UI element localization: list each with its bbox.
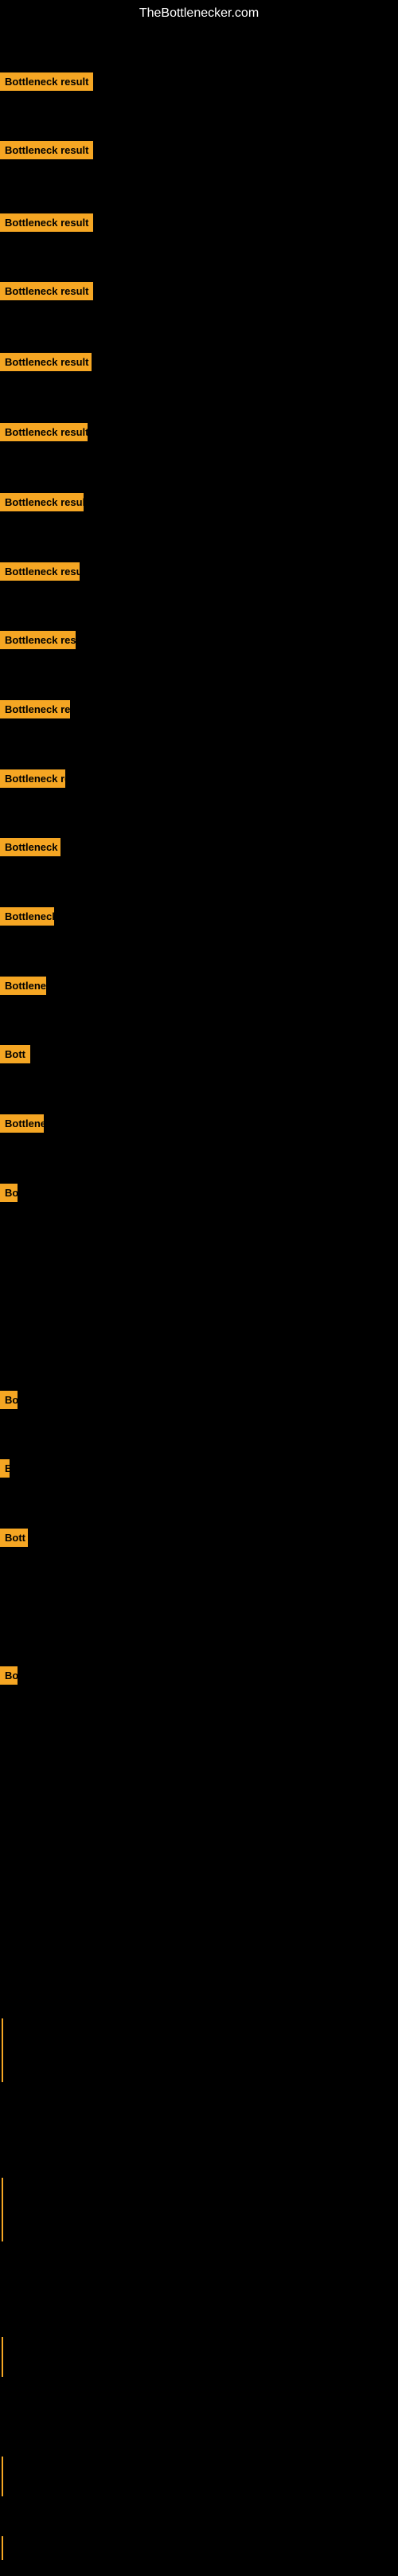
bottleneck-result-item: Bottleneck result xyxy=(0,631,76,653)
bottleneck-result-item: Bo xyxy=(0,1391,18,1413)
bottleneck-result-item: Bottleneck result xyxy=(0,141,93,163)
bottleneck-label: Bottleneck re xyxy=(0,907,54,926)
vertical-indicator-line xyxy=(2,2178,3,2241)
bottleneck-result-item: Bottleneck resu xyxy=(0,700,70,722)
bottleneck-result-item: Bottlenec xyxy=(0,977,46,999)
bottleneck-result-item: Bo xyxy=(0,1184,18,1206)
bottleneck-label: Bottleneck result xyxy=(0,493,84,511)
bottleneck-result-item: Bottleneck result xyxy=(0,353,92,375)
bottleneck-label: Bottleneck resu xyxy=(0,700,70,718)
bottleneck-label: B xyxy=(0,1459,10,1478)
bottleneck-label: Bo xyxy=(0,1666,18,1685)
bottleneck-result-item: Bottleneck result xyxy=(0,423,88,445)
bottleneck-label: Bottleneck result xyxy=(0,562,80,581)
bottleneck-label: Bott xyxy=(0,1045,30,1063)
bottleneck-result-item: B xyxy=(0,1459,10,1482)
bottleneck-result-item: Bottleneck result xyxy=(0,562,80,585)
bottleneck-result-item: Bottleneck res xyxy=(0,769,65,792)
bottleneck-label: Bott xyxy=(0,1529,28,1547)
bottleneck-label: Bottlenec xyxy=(0,977,46,995)
bottleneck-result-item: Bottleneck result xyxy=(0,282,93,304)
bottleneck-result-item: Bottleneck result xyxy=(0,493,84,515)
bottleneck-result-item: Bott xyxy=(0,1529,28,1551)
bottleneck-label: Bottleneck result xyxy=(0,353,92,371)
bottleneck-label: Bottleneck result xyxy=(0,423,88,441)
site-title: TheBottlenecker.com xyxy=(0,0,398,27)
bottleneck-result-item: Bottleneck res xyxy=(0,838,60,860)
bottleneck-result-item: Bottleneck re xyxy=(0,907,54,930)
vertical-indicator-line xyxy=(2,2018,3,2082)
vertical-indicator-line xyxy=(2,2457,3,2496)
bottleneck-label: Bottleneck result xyxy=(0,72,93,91)
bottleneck-label: Bottleneck result xyxy=(0,282,93,300)
bottleneck-result-item: Bottleneck result xyxy=(0,213,93,236)
bottleneck-result-item: Bo xyxy=(0,1666,18,1689)
vertical-indicator-line xyxy=(2,2536,3,2560)
bottleneck-label: Bottleneck result xyxy=(0,631,76,649)
bottleneck-label: Bo xyxy=(0,1184,18,1202)
bottleneck-label: Bottleneck result xyxy=(0,141,93,159)
bottleneck-label: Bottleneck res xyxy=(0,769,65,788)
bottleneck-result-item: Bottleneck result xyxy=(0,72,93,95)
bottleneck-label: Bo xyxy=(0,1391,18,1409)
bottleneck-result-item: Bottlenec xyxy=(0,1114,44,1137)
bottleneck-label: Bottleneck res xyxy=(0,838,60,856)
bottleneck-result-item: Bott xyxy=(0,1045,30,1067)
vertical-indicator-line xyxy=(2,2337,3,2377)
bottleneck-label: Bottlenec xyxy=(0,1114,44,1133)
bottleneck-label: Bottleneck result xyxy=(0,213,93,232)
